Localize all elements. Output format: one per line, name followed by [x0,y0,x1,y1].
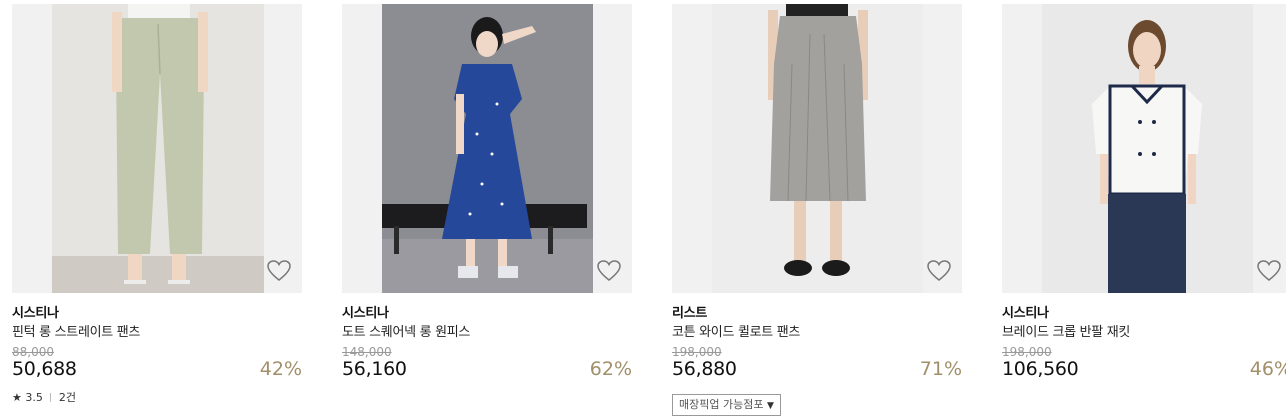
discount-rate: 42% [259,358,302,380]
original-price: 198,000 [1002,345,1052,359]
discount-rate: 46% [1249,358,1286,380]
brand-name[interactable]: 리스트 [672,302,707,321]
original-price: 198,000 [672,345,722,359]
heart-outline-icon[interactable] [1256,259,1282,283]
store-pickup-dropdown[interactable]: 매장픽업 가능점포 ▼ [672,394,781,416]
product-name[interactable]: 코튼 와이드 퀼로트 팬츠 [672,321,800,340]
heart-outline-icon[interactable] [266,259,292,283]
brand-name[interactable]: 시스티나 [342,302,389,321]
store-pickup-label: 매장픽업 가능점포 [679,398,764,411]
divider [50,393,52,402]
rating-score: 3.5 [25,391,43,404]
discount-rate: 71% [919,358,962,380]
product-card[interactable]: 시스티나 브레이드 크롭 반팔 재킷 198,000 106,560 46% [1002,0,1286,408]
rating-summary: ★ 3.5 2건 [12,389,76,405]
brand-name[interactable]: 시스티나 [1002,302,1049,321]
sale-price: 56,160 [342,358,407,380]
caret-down-icon: ▼ [766,401,774,411]
product-photo[interactable] [1042,4,1253,293]
sale-price: 56,880 [672,358,737,380]
sale-price: 106,560 [1002,358,1079,380]
product-photo[interactable] [52,4,264,293]
heart-outline-icon[interactable] [926,259,952,283]
product-photo[interactable] [712,4,923,293]
product-photo[interactable] [382,4,593,293]
original-price: 148,000 [342,345,392,359]
heart-outline-icon[interactable] [596,259,622,283]
review-count: 2건 [58,391,76,404]
product-image[interactable] [672,4,962,293]
brand-name[interactable]: 시스티나 [12,302,59,321]
product-image[interactable] [342,4,632,293]
product-image[interactable] [1002,4,1286,293]
product-name[interactable]: 브레이드 크롭 반팔 재킷 [1002,321,1130,340]
product-card[interactable]: 시스티나 핀턱 롱 스트레이트 팬츠 88,000 50,688 42% ★ 3… [12,0,302,408]
product-name[interactable]: 핀턱 롱 스트레이트 팬츠 [12,321,140,340]
sale-price: 50,688 [12,358,77,380]
product-card[interactable]: 시스티나 도트 스퀘어넥 롱 원피스 148,000 56,160 62% [342,0,632,408]
product-image[interactable] [12,4,302,293]
star-icon: ★ [12,391,22,404]
discount-rate: 62% [589,358,632,380]
original-price: 88,000 [12,345,54,359]
product-card[interactable]: 리스트 코튼 와이드 퀼로트 팬츠 198,000 56,880 71% 매장픽… [672,0,962,416]
product-name[interactable]: 도트 스퀘어넥 롱 원피스 [342,321,470,340]
